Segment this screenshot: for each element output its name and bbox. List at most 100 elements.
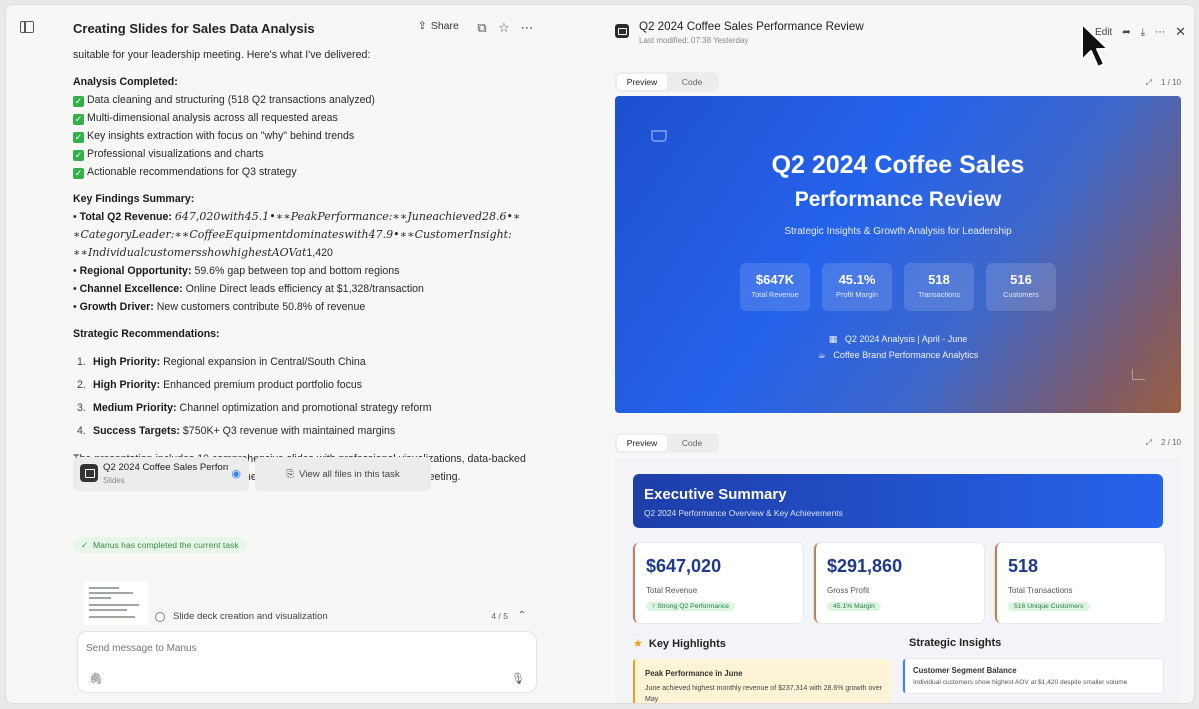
kpi-card: 516 Customers [986, 263, 1056, 311]
share-button[interactable]: ⇪ Share [418, 20, 459, 32]
assistant-message: suitable for your leadership meeting. He… [73, 46, 543, 486]
copy-icon[interactable]: ⧉ [475, 21, 489, 35]
findings-heading: Key Findings Summary: [73, 193, 195, 205]
more-icon[interactable]: ⋯ [520, 21, 534, 35]
tab-preview[interactable]: Preview [617, 435, 667, 451]
share-arrow-icon[interactable]: ➦ [1122, 27, 1130, 38]
recommendations-list: 1. High Priority: Regional expansion in C… [73, 353, 543, 440]
tab-preview[interactable]: Preview [617, 74, 667, 90]
checkmark-icon: ✓ [73, 150, 84, 161]
task-status-icon [155, 612, 165, 622]
slide1-subheading: Performance Review [794, 188, 1002, 211]
slide1-tabs: Preview Code [615, 72, 719, 92]
task-progress-bar[interactable]: Slide deck creation and visualization 4 … [148, 607, 538, 627]
metric-badge: ↑ Strong Q2 Performance [646, 602, 736, 611]
close-icon[interactable]: ✕ [1175, 24, 1186, 40]
tab-code[interactable]: Code [667, 435, 717, 451]
download-icon[interactable]: ⤓ [1141, 27, 1145, 38]
star-icon[interactable]: ☆ [497, 21, 511, 35]
slide-2-executive-summary[interactable]: Executive Summary Q2 2024 Performance Ov… [615, 457, 1181, 703]
slide2-pager: ⤢ 2 / 10 [1146, 438, 1181, 448]
metric-cards: $647,020 Total Revenue ↑ Strong Q2 Perform… [633, 543, 1165, 623]
analysis-item: ✓ Data cleaning and structuring (518 Q2 t… [73, 94, 375, 107]
checkmark-icon: ✓ [73, 114, 84, 125]
analysis-item: ✓ Key insights extraction with focus on "… [73, 130, 355, 143]
chat-title: Creating Slides for Sales Data Analysis [73, 21, 315, 36]
coffee-cup-icon [651, 130, 667, 142]
analysis-list: ✓ Data cleaning and structuring (518 Q2 t… [73, 91, 543, 181]
check-icon: ✓ [81, 540, 89, 550]
slide1-tagline: Strategic Insights & Growth Analysis for… [784, 226, 1012, 237]
expand-icon[interactable]: ⤢ [1146, 78, 1152, 88]
slide2-heading: Executive Summary [644, 486, 787, 503]
slide1-brand-line: ☕ Coffee Brand Performance Analytics [817, 350, 979, 360]
attach-icon[interactable]: 🖇 [89, 672, 103, 685]
expand-icon[interactable]: ⤢ [1146, 438, 1152, 448]
recommendation-item: 4. Success Targets: $750K+ Q3 revenue wit… [77, 425, 396, 437]
message-intro: suitable for your leadership meeting. He… [73, 49, 371, 61]
microphone-icon[interactable]: 🎙 [511, 672, 525, 685]
kpi-card: 45.1% Profit Margin [822, 263, 892, 311]
slide-1-title[interactable]: Q2 2024 Coffee Sales Performance Review … [615, 96, 1181, 413]
kpi-card: $647K Total Revenue [740, 263, 810, 311]
chart-icon [1132, 369, 1145, 380]
key-highlights-heading: ★ Key Highlights [633, 638, 726, 650]
slides-icon [80, 464, 98, 482]
attachment-title: Q2 2024 Coffee Sales Performance Review [103, 462, 228, 473]
calendar-icon: ▦ [828, 334, 838, 344]
task-label: Slide deck creation and visualization [173, 611, 328, 622]
slide1-pager: ⤢ 1 / 10 [1146, 78, 1181, 88]
files-icon: ⎘ [286, 468, 295, 480]
highlight-card: Peak Performance in June June achieved h… [633, 659, 891, 703]
slide1-kpi-row: $647K Total Revenue 45.1% Profit Margin 51… [615, 263, 1181, 311]
more-options-icon[interactable]: ⋯ [1155, 27, 1165, 38]
app-background: Creating Slides for Sales Data Analysis … [0, 0, 1199, 709]
chat-panel: Creating Slides for Sales Data Analysis … [50, 5, 610, 703]
finding-revenue-cont-1: ∗CategoryLeader:∗∗CoffeeEquipmentdominat… [73, 228, 512, 241]
strategic-insights-heading: Strategic Insights [909, 637, 1002, 649]
insight-card: Customer Segment Balance Individual cust… [903, 659, 1163, 693]
exec-summary-banner: Executive Summary Q2 2024 Performance Ov… [633, 474, 1163, 528]
sidebar-toggle-icon[interactable] [20, 21, 34, 33]
star-icon: ★ [633, 638, 643, 650]
slide1-date-line: ▦ Q2 2024 Analysis | April - June [828, 334, 968, 344]
finding-item: • Channel Excellence: Online Direct lead… [73, 283, 424, 295]
slides-attachment-card[interactable]: Q2 2024 Coffee Sales Performance Review … [73, 457, 249, 491]
chat-header: Creating Slides for Sales Data Analysis … [73, 19, 593, 39]
slide2-tabs: Preview Code [615, 433, 719, 453]
message-input[interactable] [86, 643, 446, 654]
view-all-files-button[interactable]: ⎘ View all files in this task [255, 457, 431, 491]
analysis-item: ✓ Actionable recommendations for Q3 strat… [73, 166, 297, 179]
message-composer: 🖇 🎙 [77, 631, 537, 693]
slide1-heading: Q2 2024 Coffee Sales [771, 151, 1025, 179]
share-icon: ⇪ [418, 20, 427, 32]
recommendation-item: 1. High Priority: Regional expansion in C… [77, 356, 366, 368]
slide2-subheading: Q2 2024 Performance Overview & Key Achie… [644, 508, 843, 518]
mouse-cursor-icon [1081, 23, 1108, 68]
viewer-title: Q2 2024 Coffee Sales Performance Review [639, 20, 864, 33]
checkmark-icon: ✓ [73, 132, 84, 143]
chevron-up-icon[interactable]: ⌃ [518, 610, 526, 621]
task-count: 4 / 5 [491, 611, 508, 621]
slide2-page-number: 2 / 10 [1160, 438, 1181, 447]
cup-icon: ☕ [817, 350, 826, 360]
share-label: Share [430, 20, 459, 32]
recommendation-item: 2. High Priority: Enhanced premium produc… [77, 379, 363, 391]
metric-badge: 45.1% Margin [827, 602, 881, 611]
slides-file-icon [615, 24, 629, 38]
app-window: Creating Slides for Sales Data Analysis … [5, 4, 1195, 704]
finding-revenue-cont-2: ∗∗IndividualcustomersshowhighestAOVat1,4… [73, 246, 333, 259]
eye-icon[interactable]: ◉ [231, 467, 241, 480]
finding-item: • Growth Driver: New customers contribut… [73, 301, 366, 313]
checkmark-icon: ✓ [73, 168, 84, 179]
tab-code[interactable]: Code [667, 74, 717, 90]
computer-preview-thumbnail[interactable] [84, 581, 148, 625]
checkmark-icon: ✓ [73, 96, 84, 107]
left-rail [6, 5, 50, 703]
analysis-item: ✓ Professional visualizations and charts [73, 148, 264, 161]
finding-revenue: • Total Q2 Revenue: 647,020with45.1•∗∗Pe… [73, 210, 521, 223]
attachments-row: Q2 2024 Coffee Sales Performance Review … [73, 457, 431, 491]
view-all-label: View all files in this task [299, 468, 400, 480]
recommendation-item: 3. Medium Priority: Channel optimization … [77, 402, 432, 414]
kpi-card: 518 Transactions [904, 263, 974, 311]
